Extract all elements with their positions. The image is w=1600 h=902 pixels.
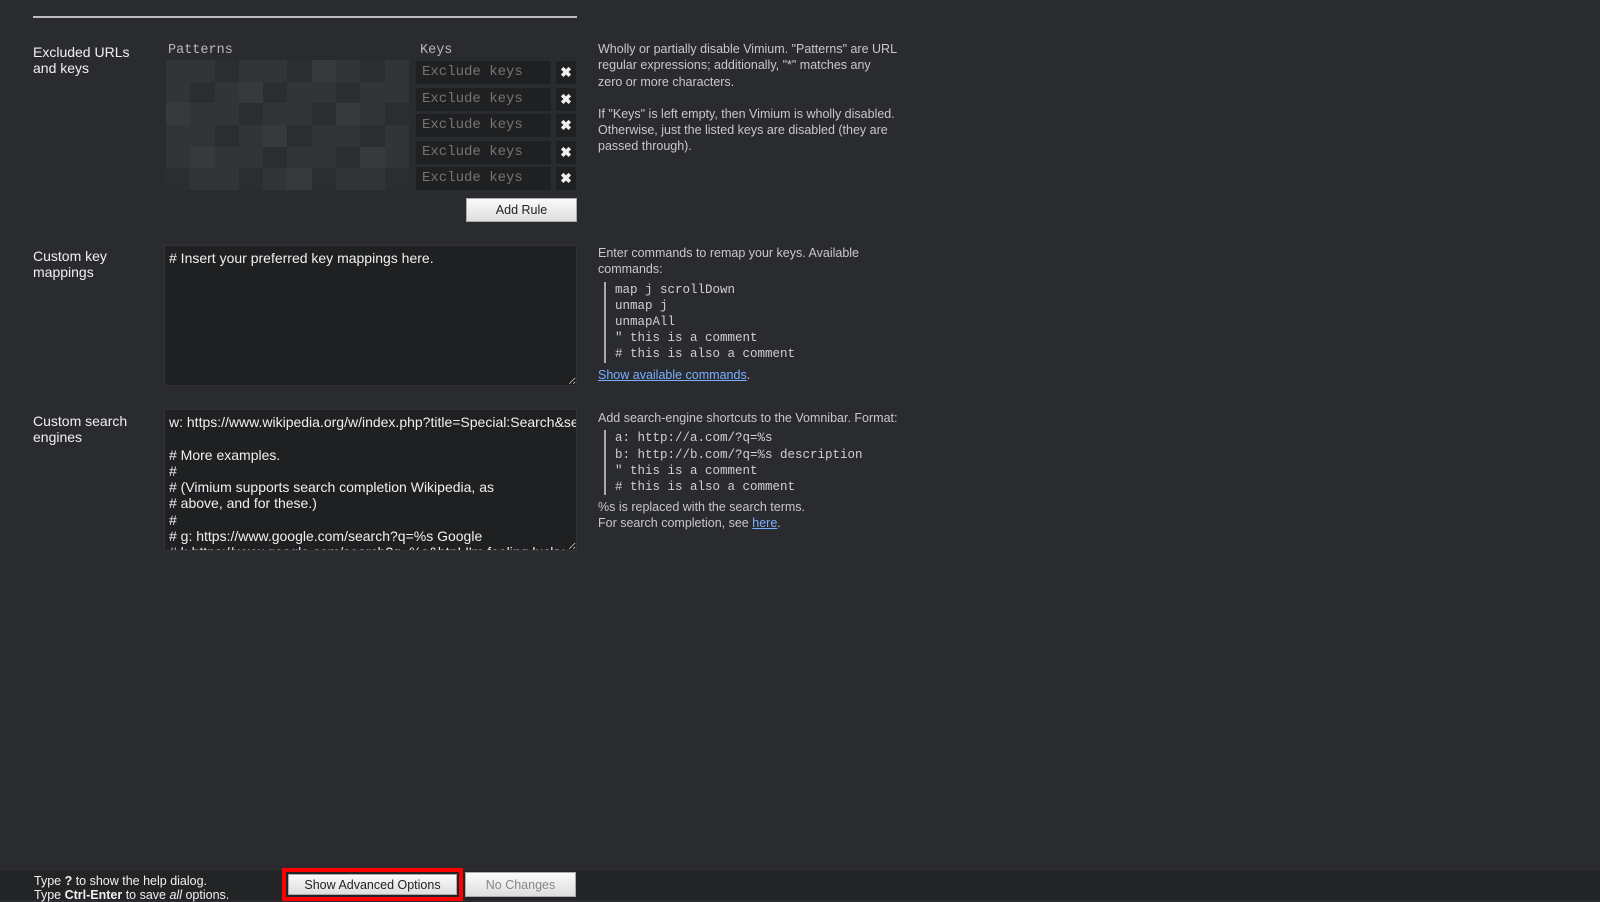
search-engines-textarea[interactable] bbox=[164, 409, 577, 551]
exclusion-row: ✖ bbox=[416, 167, 576, 190]
search-engines-help-text: Add search-engine shortcuts to the Vomni… bbox=[598, 411, 898, 425]
link-suffix: . bbox=[777, 516, 781, 531]
exclusion-row: ✖ bbox=[416, 61, 576, 84]
show-advanced-options-button[interactable]: Show Advanced Options bbox=[288, 874, 457, 895]
exclude-keys-input[interactable] bbox=[416, 114, 551, 137]
exclude-keys-input[interactable] bbox=[416, 141, 551, 164]
link-suffix: . bbox=[746, 367, 751, 382]
section-divider bbox=[33, 16, 577, 18]
excluded-urls-label: Excluded URLs and keys bbox=[33, 44, 130, 76]
search-engines-label: Custom search engines bbox=[33, 413, 128, 445]
exclusions-help-1: Wholly or partially disable Vimium. "Pat… bbox=[598, 42, 897, 89]
remove-rule-icon[interactable]: ✖ bbox=[556, 114, 576, 137]
key-mappings-textarea[interactable] bbox=[164, 245, 577, 386]
exclusions-help-2: If "Keys" is left empty, then Vimium is … bbox=[598, 106, 895, 154]
advanced-options-highlight: Show Advanced Options bbox=[282, 868, 463, 901]
key-mappings-help: Enter commands to remap your keys. Avail… bbox=[598, 245, 898, 383]
search-completion-note: For search completion, see bbox=[598, 516, 753, 531]
t: Type bbox=[34, 874, 65, 888]
remove-rule-icon[interactable]: ✖ bbox=[556, 167, 576, 190]
search-engines-help: Add search-engine shortcuts to the Vomni… bbox=[598, 410, 898, 532]
exclude-keys-input[interactable] bbox=[416, 88, 551, 111]
remove-rule-icon[interactable]: ✖ bbox=[556, 88, 576, 111]
key-mappings-label: Custom key mappings bbox=[33, 248, 107, 280]
footer-bar: Type ? to show the help dialog. Type Ctr… bbox=[0, 868, 1600, 902]
exclude-keys-input[interactable] bbox=[416, 167, 551, 190]
exclusion-row: ✖ bbox=[416, 88, 576, 111]
exclusion-row: ✖ bbox=[416, 141, 576, 164]
keys-header: Keys bbox=[420, 43, 453, 58]
remove-rule-icon[interactable]: ✖ bbox=[556, 61, 576, 84]
patterns-header: Patterns bbox=[168, 43, 233, 58]
search-completion-here-link[interactable]: here bbox=[752, 516, 777, 530]
t: to show the help dialog. bbox=[72, 874, 208, 888]
key-mappings-help-text: Enter commands to remap your keys. Avail… bbox=[598, 246, 860, 277]
search-engines-note: %s is replaced with the search terms. bbox=[598, 500, 806, 515]
exclude-keys-input[interactable] bbox=[416, 61, 551, 84]
search-engines-example: a: http://a.com/?q=%s b: http://b.com/?q… bbox=[604, 430, 898, 496]
show-available-commands-link[interactable]: Show available commands bbox=[598, 368, 747, 382]
remove-rule-icon[interactable]: ✖ bbox=[556, 141, 576, 164]
key-mappings-example: map j scrollDown unmap j unmapAll " this… bbox=[604, 281, 898, 363]
exclusions-help: Wholly or partially disable Vimium. "Pat… bbox=[598, 41, 898, 155]
exclusion-row: ✖ bbox=[416, 114, 576, 137]
add-rule-button[interactable]: Add Rule bbox=[466, 198, 577, 222]
save-button[interactable]: No Changes bbox=[465, 872, 576, 897]
patterns-inputs-obscured[interactable] bbox=[166, 60, 409, 190]
footer-help-text: Type ? to show the help dialog. Type Ctr… bbox=[34, 874, 229, 902]
